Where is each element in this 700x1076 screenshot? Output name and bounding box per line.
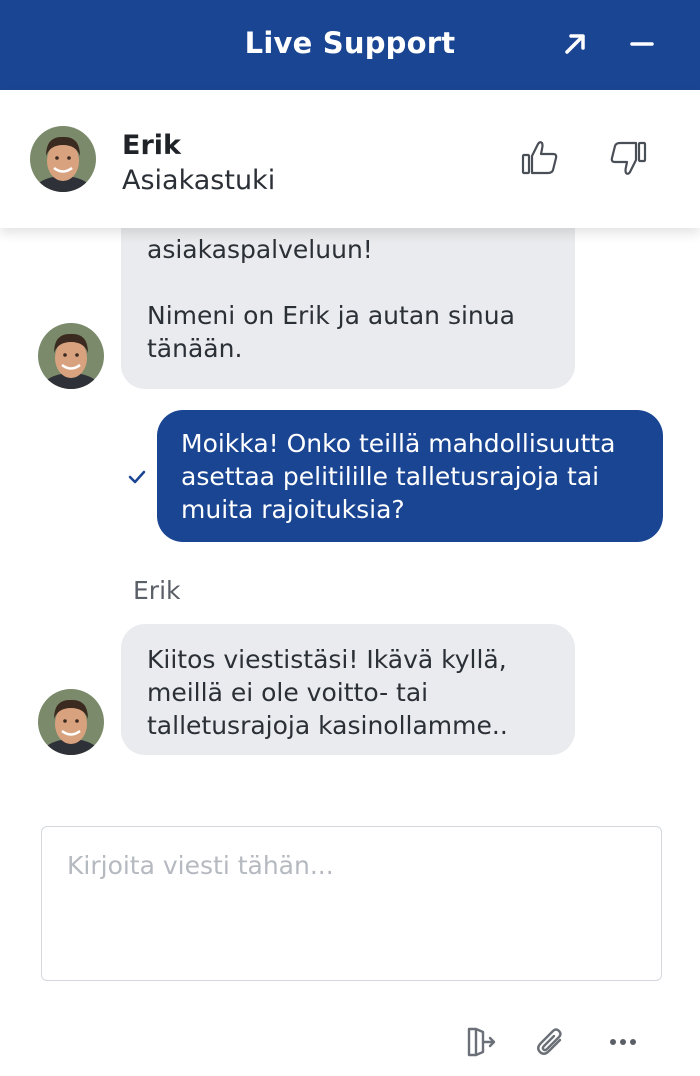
expand-button[interactable] [553, 22, 597, 66]
minimize-button[interactable] [620, 22, 664, 66]
message-text: Hei! Tervetuloa live-asiakaspalveluun! [147, 228, 397, 264]
exit-chat-icon [467, 1027, 496, 1057]
user-message-bubble: Moikka! Onko teillä mahdollisuutta asett… [157, 410, 663, 542]
exit-chat-button[interactable] [459, 1022, 499, 1062]
agent-avatar [38, 689, 104, 755]
chat-header: Live Support [0, 0, 700, 90]
paperclip-icon [537, 1028, 562, 1055]
message-text: Nimeni on Erik ja autan sinua tänään. [147, 301, 515, 363]
thumbs-up-button[interactable] [516, 134, 564, 182]
message-input[interactable] [67, 851, 636, 956]
chat-messages[interactable]: Hei! Tervetuloa live-asiakaspalveluun! N… [0, 228, 700, 808]
agent-name: Erik [122, 130, 181, 161]
checkmark-icon [128, 470, 146, 484]
message-text: Moikka! Onko teillä mahdollisuutta asett… [181, 429, 616, 524]
agent-role: Asiakastuki [122, 165, 276, 196]
agent-message-bubble: Kiitos viestistäsi! Ikävä kyllä, meillä … [121, 624, 575, 755]
expand-arrow-icon [565, 34, 585, 54]
agent-message-bubble: Hei! Tervetuloa live-asiakaspalveluun! N… [121, 228, 575, 389]
message-text: Kiitos viestistäsi! Ikävä kyllä, meillä … [147, 645, 508, 740]
thumbs-down-icon [610, 141, 647, 175]
minimize-icon [630, 42, 654, 46]
thumbs-down-button[interactable] [604, 134, 652, 182]
agent-avatar [30, 126, 96, 192]
agent-avatar [38, 323, 104, 389]
more-options-button[interactable] [603, 1022, 643, 1062]
message-composer [41, 826, 662, 981]
more-options-icon [610, 1039, 636, 1045]
agent-info-bar: Erik Asiakastuki [0, 90, 700, 228]
sender-label: Erik [133, 576, 181, 605]
thumbs-up-icon [521, 141, 558, 175]
attach-file-button[interactable] [531, 1022, 571, 1062]
